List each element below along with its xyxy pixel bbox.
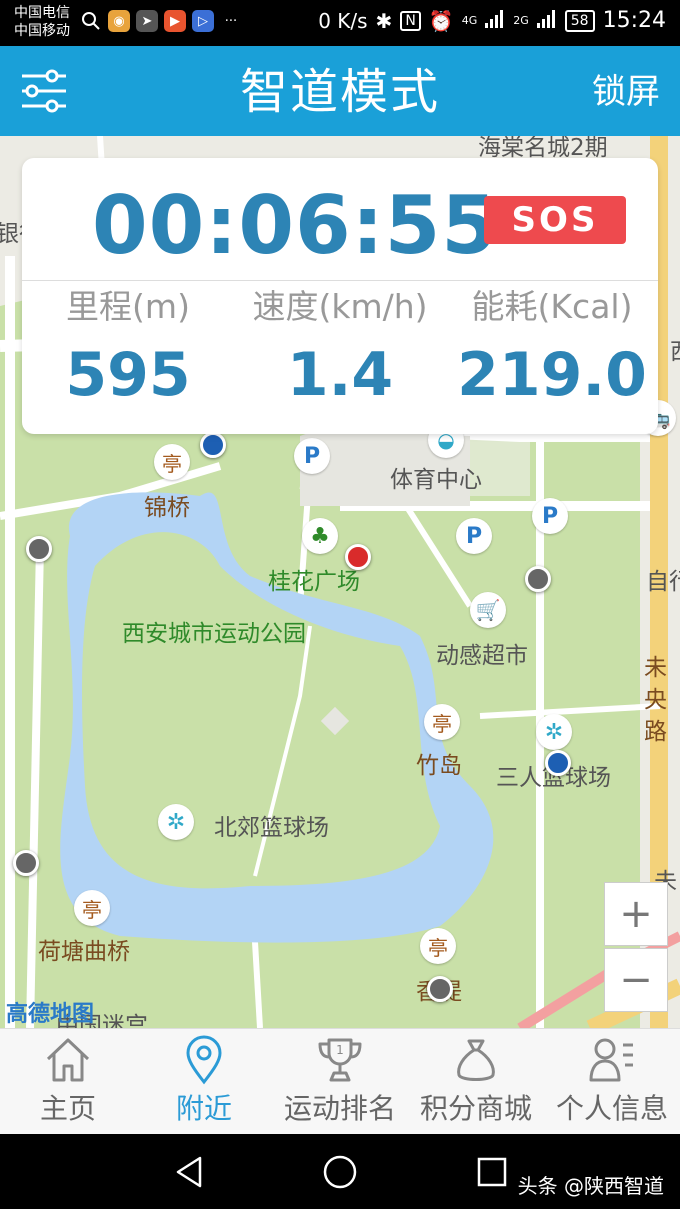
weibo-icon: ◉ [108,10,130,32]
map-label: 西 [670,332,680,366]
pavilion-icon[interactable]: 亭 [74,890,110,926]
navigation-app-icon: ➤ [136,10,158,32]
stat-speed: 速度(km/h) 1.4 [234,284,446,420]
nav-nearby[interactable]: 附近 [136,1029,272,1135]
divider [22,280,658,281]
basketball-icon[interactable]: ✲ [158,804,194,840]
stat-distance: 里程(m) 595 [22,284,234,420]
page-title: 智道模式 [239,64,440,120]
tree-icon[interactable]: ♣ [302,518,338,554]
stat-value: 219.0 [457,340,647,410]
nfc-icon: N [400,10,421,31]
runner-marker[interactable] [26,536,52,562]
map-label: 未央路 [644,655,667,745]
carrier-2: 中国移动 [14,23,70,39]
alarm-icon: ⏰ [428,8,454,33]
stat-value: 1.4 [286,340,394,410]
parking-icon[interactable]: P [294,438,330,474]
map-label: 荷塘曲桥 [38,939,130,965]
stat-value: 595 [65,340,191,410]
nav-label: 个人信息 [555,1092,668,1125]
network-speed: 0 K/s [318,8,368,33]
workout-stats-card: 00:06:55 SOS 里程(m) 595 速度(km/h) 1.4 能耗(K… [22,158,658,434]
stat-label: 速度(km/h) [252,287,428,326]
video-app-icon: ▶ [164,10,186,32]
runner-marker[interactable] [200,432,226,458]
location-pin-icon [186,1035,222,1085]
home-icon [46,1038,90,1082]
map-label: 锦桥 [144,495,190,521]
carrier-info: 中国电信 中国移动 [14,4,70,40]
map-label: 西安城市运动公园 [122,621,306,647]
app-bar: 智道模式 锁屏 [0,46,680,136]
pavilion-icon[interactable]: 亭 [424,704,460,740]
network-type-1: 4G [461,14,478,27]
bottom-nav: 主页 附近 1 运动排名 积分商城 个人信息 [0,1028,680,1134]
parking-icon[interactable]: P [456,518,492,554]
svg-text:1: 1 [336,1043,344,1057]
system-nav-bar: 头条 @陕西智道 [0,1134,680,1209]
stat-label: 里程(m) [66,287,190,326]
carrier-1: 中国电信 [14,5,70,21]
stat-calories: 能耗(Kcal) 219.0 [446,284,658,420]
back-icon[interactable] [172,1154,208,1190]
watermark: 头条 @陕西智道 [517,1174,664,1198]
nav-points-mall[interactable]: 积分商城 [408,1029,544,1135]
pavilion-icon[interactable]: 亭 [420,928,456,964]
trophy-icon: 1 [318,1038,362,1082]
nav-home[interactable]: 主页 [0,1029,136,1135]
money-bag-icon [457,1039,495,1081]
stat-label: 能耗(Kcal) [471,287,633,326]
nav-label: 附近 [175,1092,232,1125]
map-label: 北郊篮球场 [214,815,329,841]
nav-label: 积分商城 [419,1092,532,1125]
map-label: 自行 [646,569,680,595]
runner-marker[interactable] [13,850,39,876]
signal-icon-2 [536,9,557,33]
lock-screen-button[interactable]: 锁屏 [592,70,660,114]
search-icon [80,10,102,32]
nav-profile[interactable]: 个人信息 [544,1029,680,1135]
player-app-icon: ▷ [192,10,214,32]
runner-marker[interactable] [525,566,551,592]
notification-icons: ◉ ➤ ▶ ▷ ··· [80,10,242,32]
recents-icon[interactable] [474,1154,510,1190]
user-list-icon [589,1038,633,1082]
home-circle-icon[interactable] [322,1154,358,1190]
map-label: 桂花广场 [268,569,360,595]
elapsed-timer: 00:06:55 [92,179,498,272]
zoom-out-button[interactable]: − [604,948,668,1012]
runner-marker[interactable] [545,750,571,776]
map-provider-logo: 高德地图 [6,1002,95,1027]
shopping-cart-icon[interactable]: 🛒 [470,592,506,628]
status-bar: 中国电信 中国移动 ◉ ➤ ▶ ▷ ··· 0 K/s ✱ N ⏰ 4G 2G … [0,0,680,46]
signal-icon-1 [485,9,505,33]
nav-ranking[interactable]: 1 运动排名 [272,1029,408,1135]
map-label: 动感超市 [436,643,528,669]
map-label: 体育中心 [390,467,482,493]
current-location-marker[interactable] [345,544,371,570]
clock: 15:24 [602,8,666,33]
zoom-in-button[interactable]: + [604,882,668,946]
nav-label: 运动排名 [283,1092,396,1125]
more-notifications-icon: ··· [224,13,238,29]
parking-icon[interactable]: P [532,498,568,534]
pavilion-icon[interactable]: 亭 [154,444,190,480]
basketball-icon[interactable]: ✲ [536,714,572,750]
nav-label: 主页 [39,1092,96,1125]
runner-marker[interactable] [427,976,453,1002]
sos-button[interactable]: SOS [484,196,626,244]
status-right: 0 K/s ✱ N ⏰ 4G 2G 58 15:24 [318,8,666,33]
network-type-2: 2G [513,14,529,27]
map-label: 竹岛 [416,753,462,779]
bluetooth-icon: ✱ [375,8,393,33]
battery-icon: 58 [564,9,595,32]
